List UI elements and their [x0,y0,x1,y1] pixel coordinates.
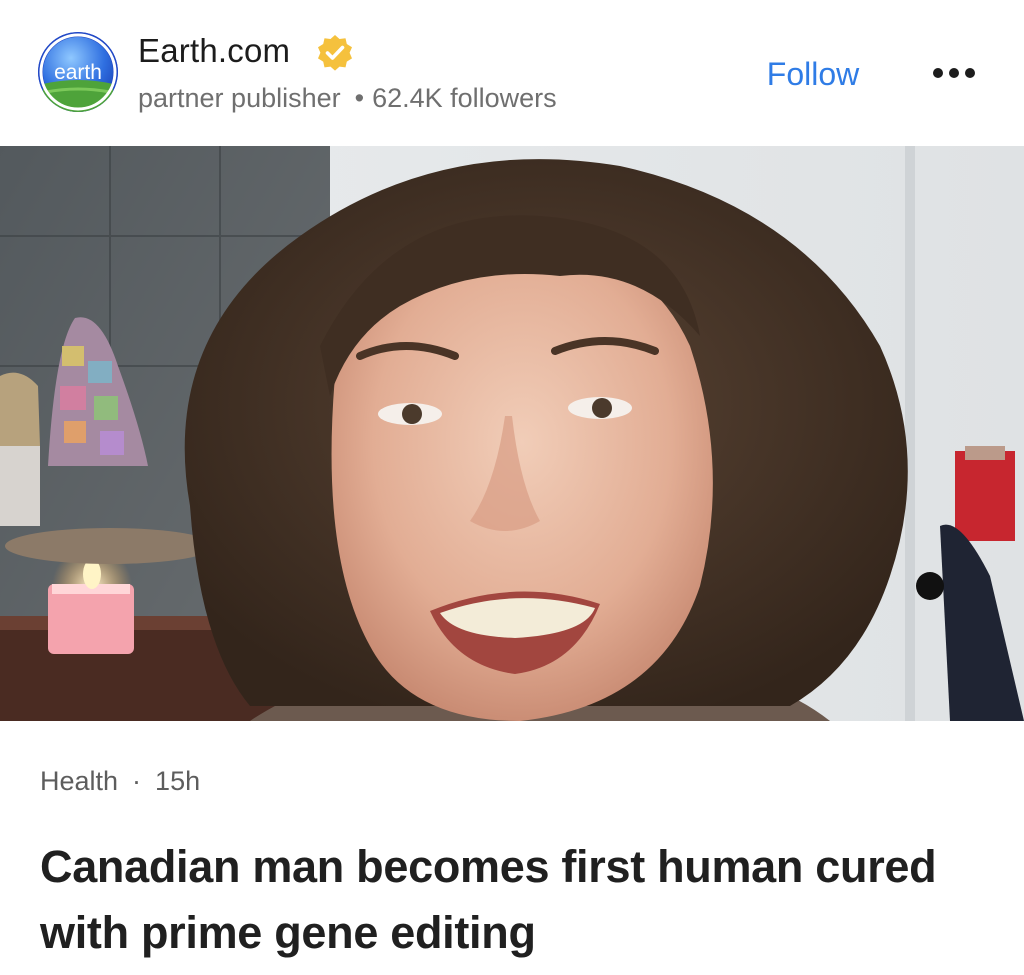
publisher-name[interactable]: Earth.com [138,32,290,70]
more-horizontal-icon[interactable] [924,58,984,88]
follower-count: 62.4K followers [372,83,557,113]
article-headline[interactable]: Canadian man becomes first human cured w… [40,834,990,966]
follow-button[interactable]: Follow [748,52,878,96]
article-category[interactable]: Health [40,766,118,796]
verified-badge-icon [318,35,352,71]
article-timestamp: 15h [155,766,201,796]
publisher-type: partner publisher [138,83,341,113]
publisher-avatar[interactable]: earth [38,32,118,112]
publisher-meta: partner publisher • 62.4K followers [138,83,557,114]
meta-separator: · [132,766,142,796]
article-hero-image[interactable] [0,146,1024,721]
meta-separator: • [354,83,365,113]
post-header: earth Earth.com partner publisher • 62.4K … [0,0,1024,146]
hero-photo [0,146,1024,721]
avatar-logo-text: earth [54,61,102,84]
article-meta: Health · 15h [40,766,200,797]
earth-logo: earth [38,32,118,112]
